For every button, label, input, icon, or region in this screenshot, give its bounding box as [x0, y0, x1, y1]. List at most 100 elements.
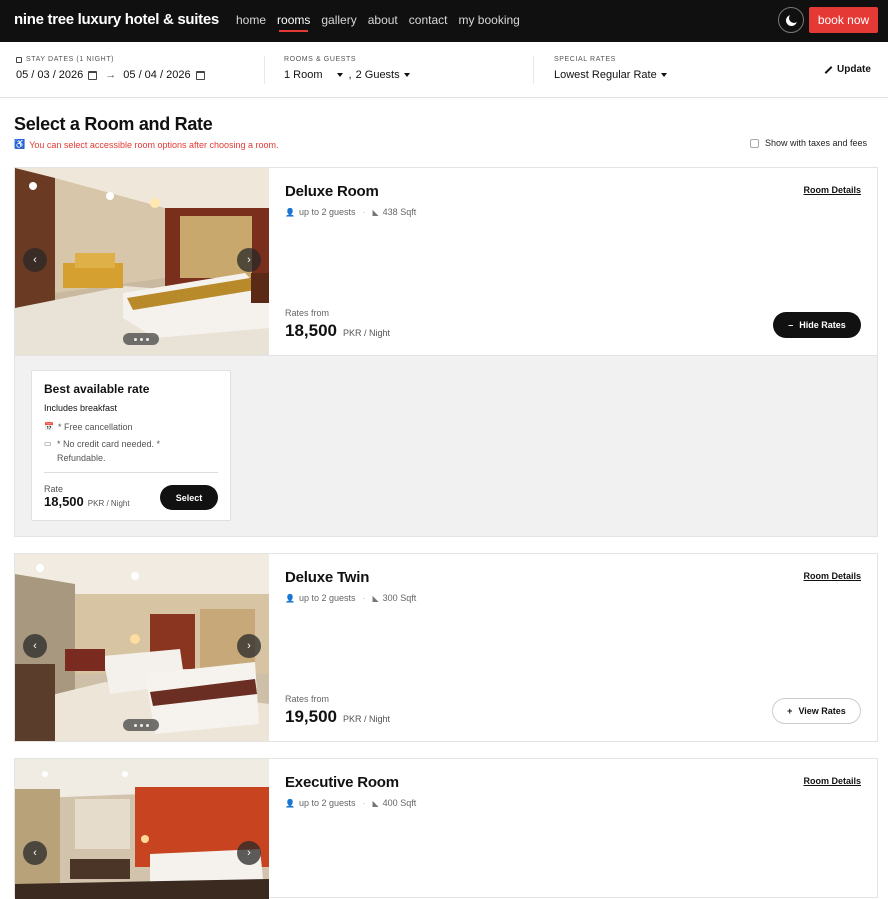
rooms-guests-label: ROOMS & GUESTS: [284, 56, 357, 63]
person-icon: 👤: [285, 207, 295, 217]
calendar-icon[interactable]: [88, 70, 98, 80]
price-unit: PKR / Night: [343, 328, 391, 338]
room-guests: up to 2 guests: [298, 207, 356, 217]
taxes-toggle[interactable]: Show with taxes and fees: [750, 138, 867, 148]
room-details-link[interactable]: Room Details: [803, 776, 861, 786]
room-card: ‹ › Deluxe Room 👤 up to 2 guests · ◣ 438…: [14, 167, 878, 537]
carousel-prev-button[interactable]: ‹: [23, 841, 47, 865]
rooms-select[interactable]: 1 Room: [284, 69, 323, 81]
nav-link-contact[interactable]: contact: [409, 13, 448, 27]
person-icon: 👤: [285, 593, 295, 603]
view-rates-button[interactable]: + View Rates: [772, 698, 861, 724]
stay-dates-label: STAY DATES (1 NIGHT): [26, 56, 115, 63]
room-name: Executive Room: [285, 774, 399, 791]
check-in-date[interactable]: 05 / 03 / 2026: [16, 69, 83, 81]
carousel-prev-button[interactable]: ‹: [23, 634, 47, 658]
update-label: Update: [837, 64, 871, 75]
taxes-checkbox[interactable]: [750, 138, 759, 148]
carousel-next-button[interactable]: ›: [237, 634, 261, 658]
room-photo-image: [15, 168, 269, 355]
calendar-icon: [16, 56, 22, 63]
arrow-right-icon: →: [105, 69, 117, 81]
book-now-button[interactable]: book now: [809, 7, 878, 33]
carousel-prev-button[interactable]: ‹: [23, 248, 47, 272]
rate-price-amount: 18,500: [44, 494, 84, 509]
person-icon: 👤: [285, 798, 295, 808]
area-icon: ◣: [372, 798, 379, 808]
room-photo: ‹ ›: [15, 759, 269, 899]
brand-logo[interactable]: nine tree luxury hotel & suites: [14, 11, 219, 28]
carousel-next-button[interactable]: ›: [237, 841, 261, 865]
plus-icon: +: [787, 706, 793, 716]
nav-link-gallery[interactable]: gallery: [321, 13, 356, 27]
room-photo-image: [15, 554, 269, 741]
divider: [533, 56, 534, 84]
nav-link-home[interactable]: home: [236, 13, 266, 27]
view-rates-label: View Rates: [798, 706, 846, 716]
room-guests: up to 2 guests: [298, 798, 356, 808]
rate-price-unit: PKR / Night: [87, 499, 130, 508]
special-rates-field: SPECIAL RATES Lowest Regular Rate: [554, 56, 667, 81]
rooms-guests-field: ROOMS & GUESTS 1 Room , 2 Guests: [284, 56, 410, 81]
room-size: 438 Sqft: [382, 207, 417, 217]
room-price: 19,500 PKR / Night: [285, 707, 390, 727]
special-rates-select[interactable]: Lowest Regular Rate: [554, 69, 657, 81]
guests-select[interactable]: 2 Guests: [356, 69, 400, 81]
select-rate-button[interactable]: Select: [160, 485, 218, 510]
room-card: ‹ › Deluxe Twin 👤 up to 2 guests · ◣ 300…: [14, 553, 878, 742]
accessible-note-text: You can select accessible room options a…: [29, 139, 279, 150]
chevron-down-icon[interactable]: [660, 73, 667, 77]
wheelchair-icon: ♿: [14, 139, 26, 149]
taxes-label[interactable]: Show with taxes and fees: [765, 138, 867, 148]
room-details-link[interactable]: Room Details: [803, 185, 861, 195]
area-icon: ◣: [372, 207, 379, 217]
rate-subtitle: Includes breakfast: [44, 403, 118, 413]
carousel-indicator[interactable]: [123, 719, 159, 731]
nav-link-my-booking[interactable]: my booking: [458, 13, 519, 27]
card-icon: ▭: [44, 439, 52, 448]
rate-title: Best available rate: [44, 382, 150, 396]
nav-link-about[interactable]: about: [368, 13, 398, 27]
theme-toggle-button[interactable]: [778, 7, 804, 33]
rate-price: 18,500 PKR / Night: [44, 494, 130, 509]
room-meta: 👤 up to 2 guests · ◣ 400 Sqft: [285, 798, 417, 808]
top-nav: nine tree luxury hotel & suites home roo…: [0, 0, 888, 42]
room-photo-image: [15, 759, 269, 899]
page-title: Select a Room and Rate: [14, 114, 213, 134]
room-name: Deluxe Room: [285, 183, 379, 200]
rates-panel: Best available rate Includes breakfast 📅…: [15, 355, 877, 536]
room-details-link[interactable]: Room Details: [803, 571, 861, 581]
room-name: Deluxe Twin: [285, 569, 370, 586]
room-size: 400 Sqft: [382, 798, 417, 808]
room-photo: ‹ ›: [15, 554, 269, 741]
stay-dates-field: STAY DATES (1 NIGHT) 05 / 03 / 2026 → 05…: [16, 56, 205, 81]
room-meta: 👤 up to 2 guests · ◣ 438 Sqft: [285, 207, 417, 217]
pencil-icon: [824, 65, 833, 74]
rate-feature: ▭ * No credit card needed. * Refundable.: [44, 437, 194, 465]
carousel-next-button[interactable]: ›: [237, 248, 261, 272]
chevron-down-icon[interactable]: [403, 73, 410, 77]
nav-links: home rooms gallery about contact my book…: [236, 13, 520, 32]
check-out-date[interactable]: 05 / 04 / 2026: [123, 69, 190, 81]
room-guests: up to 2 guests: [298, 593, 356, 603]
rate-feature: 📅 * Free cancellation: [44, 420, 133, 434]
price-amount: 18,500: [285, 321, 337, 340]
hide-rates-label: Hide Rates: [799, 320, 846, 330]
divider: [44, 472, 218, 473]
rates-from-label: Rates from: [285, 308, 330, 318]
nav-link-rooms[interactable]: rooms: [277, 13, 310, 32]
calendar-icon[interactable]: [195, 70, 205, 80]
area-icon: ◣: [372, 593, 379, 603]
rate-option-card: Best available rate Includes breakfast 📅…: [31, 370, 231, 521]
calendar-icon: 📅: [44, 422, 54, 431]
no-credit-card-text: * No credit card needed. * Refundable.: [57, 439, 161, 463]
price-amount: 19,500: [285, 707, 337, 726]
hide-rates-button[interactable]: – Hide Rates: [773, 312, 861, 338]
carousel-indicator[interactable]: [123, 333, 159, 345]
chevron-down-icon[interactable]: [336, 73, 343, 77]
divider: [264, 56, 265, 84]
room-meta: 👤 up to 2 guests · ◣ 300 Sqft: [285, 593, 417, 603]
room-price: 18,500 PKR / Night: [285, 321, 390, 341]
moon-icon: [785, 12, 799, 26]
update-button[interactable]: Update: [824, 64, 871, 75]
